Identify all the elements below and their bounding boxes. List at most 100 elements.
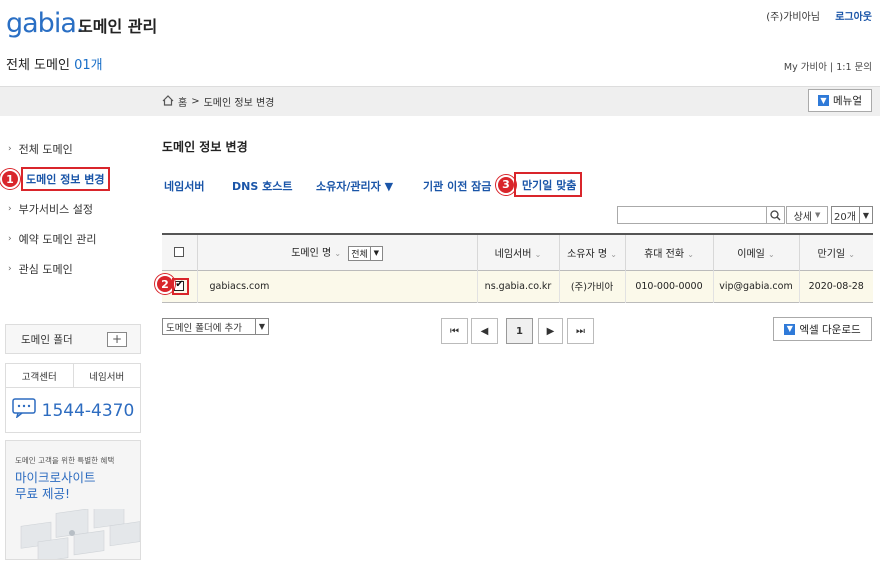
- sort-icon: ⌄: [534, 249, 542, 259]
- sidebar-item-reserved-domains[interactable]: › 예약 도메인 관리: [8, 231, 96, 247]
- microsite-illustration: [20, 509, 140, 559]
- last-page-button[interactable]: ⏭: [567, 318, 594, 344]
- table-header-row: 도메인 명 ⌄ 전체 ▼ 네임서버 ⌄ 소유자 명 ⌄ 휴대 전화 ⌄ 이메일 …: [162, 234, 873, 270]
- header-phone[interactable]: 휴대 전화 ⌄: [624, 234, 713, 270]
- tab-transfer-lock[interactable]: 기관 이전 잠금: [423, 178, 491, 194]
- search-icon: [770, 209, 781, 220]
- header-domain[interactable]: 도메인 명 ⌄ 전체 ▼: [196, 234, 477, 270]
- tab-expiry-sync-label: 만기일 맞춤: [514, 172, 583, 197]
- tab-nameserver[interactable]: 네임서버: [164, 178, 204, 194]
- promo-headline-line2: 무료 제공!: [15, 486, 70, 501]
- tab-expiry-sync[interactable]: 3 만기일 맞춤: [496, 172, 583, 197]
- chevron-right-icon: ›: [8, 204, 12, 214]
- chevron-right-icon: ›: [8, 234, 12, 244]
- sidebar-item-favorite-domains[interactable]: › 관심 도메인: [8, 261, 73, 277]
- header-email[interactable]: 이메일 ⌄: [712, 234, 799, 270]
- header-phone-label: 휴대 전화: [644, 248, 685, 260]
- tab-dns-host[interactable]: DNS 호스트: [232, 178, 292, 194]
- sidebar-item-label: 도메인 정보 변경: [21, 167, 110, 191]
- chevron-down-icon: ▼: [859, 207, 872, 223]
- sort-icon: ⌄: [768, 249, 775, 259]
- tab-owner-admin[interactable]: 소유자/관리자 ▼: [316, 178, 393, 194]
- add-to-folder-label: 도메인 폴더에 추가: [166, 322, 242, 334]
- detail-search-label: 상세: [793, 211, 812, 223]
- prev-page-button[interactable]: ◀: [471, 318, 498, 344]
- sidebar-item-label: 관심 도메인: [18, 263, 73, 276]
- cell-email: vip@gabia.com: [712, 270, 799, 302]
- download-icon: ▼: [784, 323, 796, 335]
- domain-filter-label: 전체: [351, 249, 368, 260]
- header-owner-label: 소유자 명: [567, 248, 608, 260]
- chevron-down-icon: ▼: [255, 319, 268, 334]
- header-nameserver[interactable]: 네임서버 ⌄: [476, 234, 559, 270]
- breadcrumb-bar: [0, 86, 880, 116]
- header-expire-label: 만기일: [817, 248, 846, 260]
- page-1-button[interactable]: 1: [506, 318, 533, 344]
- header-email-label: 이메일: [737, 248, 765, 260]
- my-links[interactable]: My 가비아 | 1:1 문의: [784, 59, 872, 73]
- sort-icon: ⌄: [334, 249, 342, 258]
- search-button[interactable]: [766, 206, 785, 224]
- domain-folder-box: 도메인 폴더 +: [5, 324, 141, 354]
- sidebar-item-all-domains[interactable]: › 전체 도메인: [8, 141, 73, 157]
- excel-download-button[interactable]: ▼ 엑셀 다운로드: [773, 317, 872, 341]
- company-name: (주)가비아님: [766, 12, 820, 23]
- tab-nameserver[interactable]: 네임서버: [74, 364, 141, 387]
- domain-filter-select[interactable]: 전체 ▼: [348, 245, 383, 261]
- manual-button-label: 메뉴얼: [833, 95, 862, 107]
- promo-headline: 마이크로사이트 무료 제공!: [15, 470, 96, 502]
- add-folder-button[interactable]: +: [107, 331, 127, 347]
- page-size-select[interactable]: 20개 ▼: [831, 206, 873, 224]
- chevron-right-icon: ›: [8, 144, 12, 154]
- sidebar-item-domain-info[interactable]: 1 도메인 정보 변경: [0, 167, 110, 191]
- select-all-checkbox[interactable]: [174, 246, 185, 257]
- chevron-down-icon: ▼: [369, 246, 382, 260]
- page-size-label: 20개: [834, 211, 856, 223]
- total-domains: 전체 도메인 01개: [6, 54, 103, 73]
- customer-center-box: 고객센터 네임서버 1544-4370: [5, 363, 141, 433]
- promo-subtext: 도메인 고객을 위한 특별한 혜택: [15, 456, 115, 465]
- excel-download-label: 엑셀 다운로드: [799, 323, 861, 336]
- first-page-button[interactable]: ⏮: [441, 318, 468, 344]
- detail-search-select[interactable]: 상세 ▼: [786, 206, 828, 224]
- chevron-down-icon: ▼: [815, 211, 821, 219]
- header-expire[interactable]: 만기일 ⌄: [798, 234, 873, 270]
- chat-icon: [11, 398, 36, 423]
- home-icon[interactable]: [162, 94, 174, 109]
- step-badge-3: 3: [496, 174, 516, 195]
- sort-icon: ⌄: [610, 249, 617, 259]
- breadcrumb-current: 도메인 정보 변경: [203, 98, 275, 109]
- total-count[interactable]: 01개: [74, 58, 103, 73]
- page-title: 도메인 정보 변경: [162, 140, 248, 154]
- header-owner[interactable]: 소유자 명 ⌄: [558, 234, 625, 270]
- sidebar-item-label: 예약 도메인 관리: [18, 233, 97, 246]
- add-to-folder-select[interactable]: 도메인 폴더에 추가 ▼: [162, 318, 269, 335]
- app-title: 도메인 관리: [78, 17, 158, 36]
- sort-icon: ⌄: [687, 249, 694, 259]
- table-row[interactable]: gabiacs.com ns.gabia.co.kr (주)가비아 010-00…: [162, 270, 873, 302]
- cell-owner: (주)가비아: [558, 270, 625, 302]
- breadcrumb-separator: >: [191, 96, 200, 107]
- sidebar-item-addon-settings[interactable]: › 부가서비스 설정: [8, 201, 93, 217]
- domain-table: 도메인 명 ⌄ 전체 ▼ 네임서버 ⌄ 소유자 명 ⌄ 휴대 전화 ⌄ 이메일 …: [162, 233, 873, 303]
- gabia-logo[interactable]: gabia.: [6, 8, 84, 39]
- cell-domain[interactable]: gabiacs.com: [196, 270, 477, 302]
- breadcrumb: 홈 > 도메인 정보 변경: [162, 94, 274, 109]
- cell-expire: 2020-08-28: [798, 270, 873, 302]
- sidebar-item-label: 부가서비스 설정: [18, 203, 93, 216]
- tab-customer-center[interactable]: 고객센터: [6, 364, 74, 387]
- breadcrumb-home[interactable]: 홈: [178, 94, 187, 109]
- manual-button[interactable]: ▼ 메뉴얼: [808, 89, 872, 112]
- chevron-right-icon: ›: [8, 264, 12, 274]
- chevron-down-icon: ▼: [818, 95, 829, 106]
- total-label: 전체 도메인: [6, 58, 70, 73]
- header-domain-label: 도메인 명: [291, 248, 332, 259]
- cell-phone: 010-000-0000: [624, 270, 713, 302]
- next-page-button[interactable]: ▶: [538, 318, 563, 344]
- promo-banner[interactable]: 도메인 고객을 위한 특별한 혜택 마이크로사이트 무료 제공!: [5, 440, 141, 560]
- header-nameserver-label: 네임서버: [494, 248, 532, 260]
- search-input[interactable]: [617, 206, 767, 224]
- step-badge-1: 1: [0, 169, 20, 189]
- logout-link[interactable]: 로그아웃: [835, 8, 872, 23]
- select-all-cell[interactable]: [162, 234, 197, 270]
